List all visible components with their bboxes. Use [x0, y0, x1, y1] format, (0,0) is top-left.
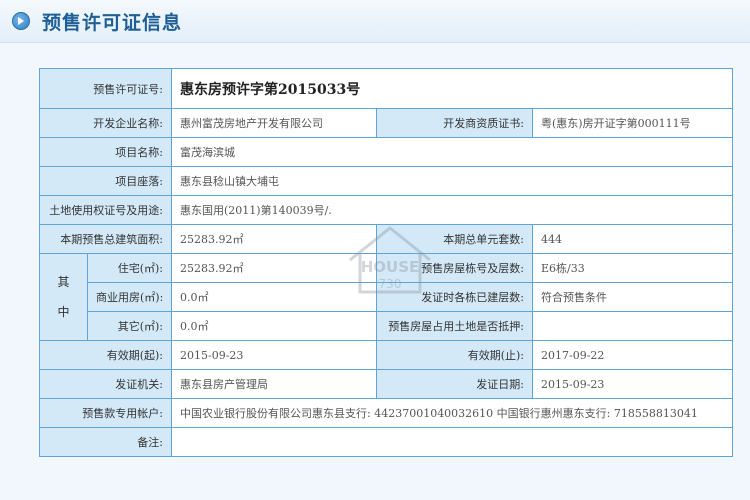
project-label: 项目名称: — [39, 137, 172, 167]
built-floors-label: 发证时各栋已建层数: — [376, 282, 533, 312]
mortgage-label: 预售房屋占用土地是否抵押: — [376, 311, 533, 341]
total-units-value: 444 — [532, 224, 733, 254]
total-area-value: 25283.92㎡ — [171, 224, 377, 254]
permit-no-value: 惠东房预许字第2015033号 — [171, 68, 733, 109]
table-row: 项目座落: 惠东县稔山镇大埔屯 — [39, 166, 733, 196]
valid-to-value: 2017-09-22 — [532, 340, 733, 370]
table-row: 预售款专用帐户: 中国农业银行股份有限公司惠东县支行: 442370010400… — [39, 398, 733, 428]
qual-cert-value: 粤(惠东)房开证字第000111号 — [532, 108, 733, 138]
table-row: 其它(㎡): 0.0㎡ 预售房屋占用土地是否抵押: — [40, 311, 733, 341]
account-value: 中国农业银行股份有限公司惠东县支行: 44237001040032610 中国银… — [171, 398, 733, 428]
table-row: 预售许可证号: 惠东房预许字第2015033号 — [39, 68, 733, 109]
table-row: 商业用房(㎡): 0.0㎡ 发证时各栋已建层数: 符合预售条件 — [40, 282, 733, 312]
table-row: 项目名称: 富茂海滨城 — [39, 137, 733, 167]
page-title: 预售许可证信息 — [42, 12, 183, 34]
table-row: 其中 住宅(㎡): 25283.92㎡ 预售房屋栋号及层数: E6栋/33 — [39, 253, 733, 341]
issue-date-label: 发证日期: — [376, 369, 533, 399]
table-row: 土地使用权证号及用途: 惠东国用(2011)第140039号/. — [39, 195, 733, 225]
remarks-value — [171, 427, 733, 457]
permit-info-table: 预售许可证号: 惠东房预许字第2015033号 开发企业名称: 惠州富茂房地产开… — [39, 68, 733, 457]
account-label: 预售款专用帐户: — [39, 398, 172, 428]
developer-label: 开发企业名称: — [39, 108, 172, 138]
location-value: 惠东县稔山镇大埔屯 — [171, 166, 733, 196]
valid-from-label: 有效期(起): — [39, 340, 172, 370]
table-row: 有效期(起): 2015-09-23 有效期(止): 2017-09-22 — [39, 340, 733, 370]
breakdown-label: 其中 — [39, 253, 88, 341]
building-label: 预售房屋栋号及层数: — [376, 253, 533, 283]
built-floors-value: 符合预售条件 — [532, 282, 733, 312]
valid-from-value: 2015-09-23 — [171, 340, 377, 370]
qual-cert-label: 开发商资质证书: — [376, 108, 533, 138]
project-value: 富茂海滨城 — [171, 137, 733, 167]
play-circle-icon — [12, 12, 30, 30]
table-row: 本期预售总建筑面积: 25283.92㎡ 本期总单元套数: 444 — [39, 224, 733, 254]
total-units-label: 本期总单元套数: — [376, 224, 533, 254]
mortgage-value — [532, 311, 733, 341]
page-header: 预售许可证信息 — [0, 0, 750, 43]
permit-no-label: 预售许可证号: — [39, 68, 172, 109]
remarks-label: 备注: — [39, 427, 172, 457]
issue-date-value: 2015-09-23 — [532, 369, 733, 399]
table-row: 发证机关: 惠东县房产管理局 发证日期: 2015-09-23 — [39, 369, 733, 399]
table-row: 开发企业名称: 惠州富茂房地产开发有限公司 开发商资质证书: 粤(惠东)房开证字… — [39, 108, 733, 138]
other-value: 0.0㎡ — [171, 311, 377, 341]
breakdown-label-text: 其中 — [57, 275, 70, 319]
other-label: 其它(㎡): — [87, 311, 172, 341]
location-label: 项目座落: — [39, 166, 172, 196]
table-row: 备注: — [39, 427, 733, 457]
land-cert-label: 土地使用权证号及用途: — [39, 195, 172, 225]
total-area-label: 本期预售总建筑面积: — [39, 224, 172, 254]
land-cert-value: 惠东国用(2011)第140039号/. — [171, 195, 733, 225]
developer-value: 惠州富茂房地产开发有限公司 — [171, 108, 377, 138]
residential-value: 25283.92㎡ — [171, 253, 377, 283]
authority-label: 发证机关: — [39, 369, 172, 399]
authority-value: 惠东县房产管理局 — [171, 369, 377, 399]
residential-label: 住宅(㎡): — [87, 253, 172, 283]
building-value: E6栋/33 — [532, 253, 733, 283]
commercial-label: 商业用房(㎡): — [87, 282, 172, 312]
valid-to-label: 有效期(止): — [376, 340, 533, 370]
commercial-value: 0.0㎡ — [171, 282, 377, 312]
